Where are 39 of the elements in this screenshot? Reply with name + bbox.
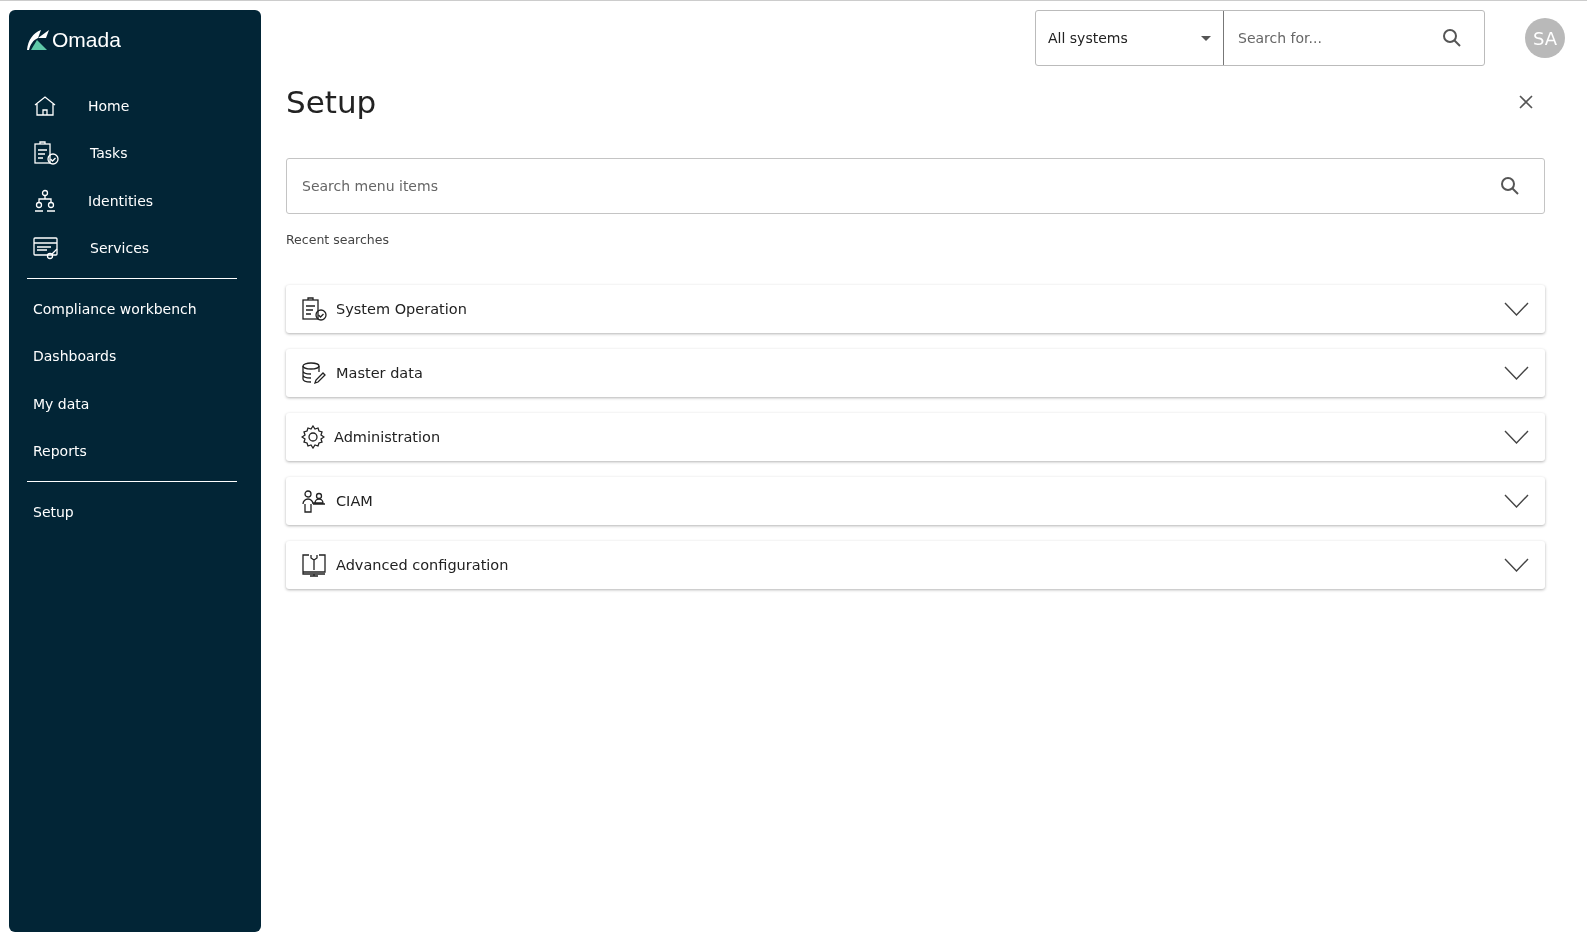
system-dropdown[interactable]: All systems: [1036, 11, 1224, 65]
sidebar-item[interactable]: Compliance workbench: [27, 285, 237, 333]
search-icon[interactable]: [1442, 28, 1462, 48]
clipboard-check-icon: [33, 141, 59, 166]
sidebar-item[interactable]: Dashboards: [27, 332, 237, 380]
menu-search-input[interactable]: Search menu items: [300, 177, 1500, 195]
menu-search-field[interactable]: Search menu items: [286, 158, 1545, 214]
gear-icon: [301, 425, 325, 449]
chevron-icon: [1504, 558, 1529, 572]
accordion-header[interactable]: System Operation: [286, 285, 1545, 333]
accordion-header[interactable]: Advanced configuration: [286, 541, 1545, 589]
logo-icon: [27, 30, 49, 50]
logo-text: Omada: [52, 28, 121, 52]
sidebar-item[interactable]: Identities: [27, 177, 237, 225]
sidebar-item[interactable]: Tasks: [27, 129, 237, 177]
sidebar-item[interactable]: Home: [27, 82, 237, 130]
chevron-icon: [1504, 494, 1529, 508]
accordion-header[interactable]: Administration: [286, 413, 1545, 461]
chevron-icon: [1504, 430, 1529, 444]
chevron-icon: [1504, 366, 1529, 380]
page-title: Setup: [286, 84, 377, 120]
caret-icon: [1201, 35, 1211, 41]
sidebar-item[interactable]: Services: [27, 224, 237, 272]
sidebar-item[interactable]: Setup: [27, 488, 237, 536]
chevron-icon: [1504, 302, 1529, 316]
close-icon: [1519, 95, 1533, 109]
search-icon[interactable]: [1500, 176, 1520, 196]
sidebar-item[interactable]: Reports: [27, 427, 237, 475]
accordion-header[interactable]: Master data: [286, 349, 1545, 397]
monitor-wrench-icon: [301, 553, 327, 577]
recent-searches-label: Recent searches: [286, 232, 390, 247]
database-pencil-icon: [301, 361, 327, 385]
clipboard-check-icon: [301, 297, 327, 321]
sidebar-item[interactable]: My data: [27, 380, 237, 428]
people-icon: [301, 489, 327, 513]
hierarchy-people-icon: [33, 188, 57, 213]
accordion-header[interactable]: CIAM: [286, 477, 1545, 525]
browser-window-icon: [33, 236, 59, 261]
search-field[interactable]: Search for...: [1236, 29, 1442, 47]
